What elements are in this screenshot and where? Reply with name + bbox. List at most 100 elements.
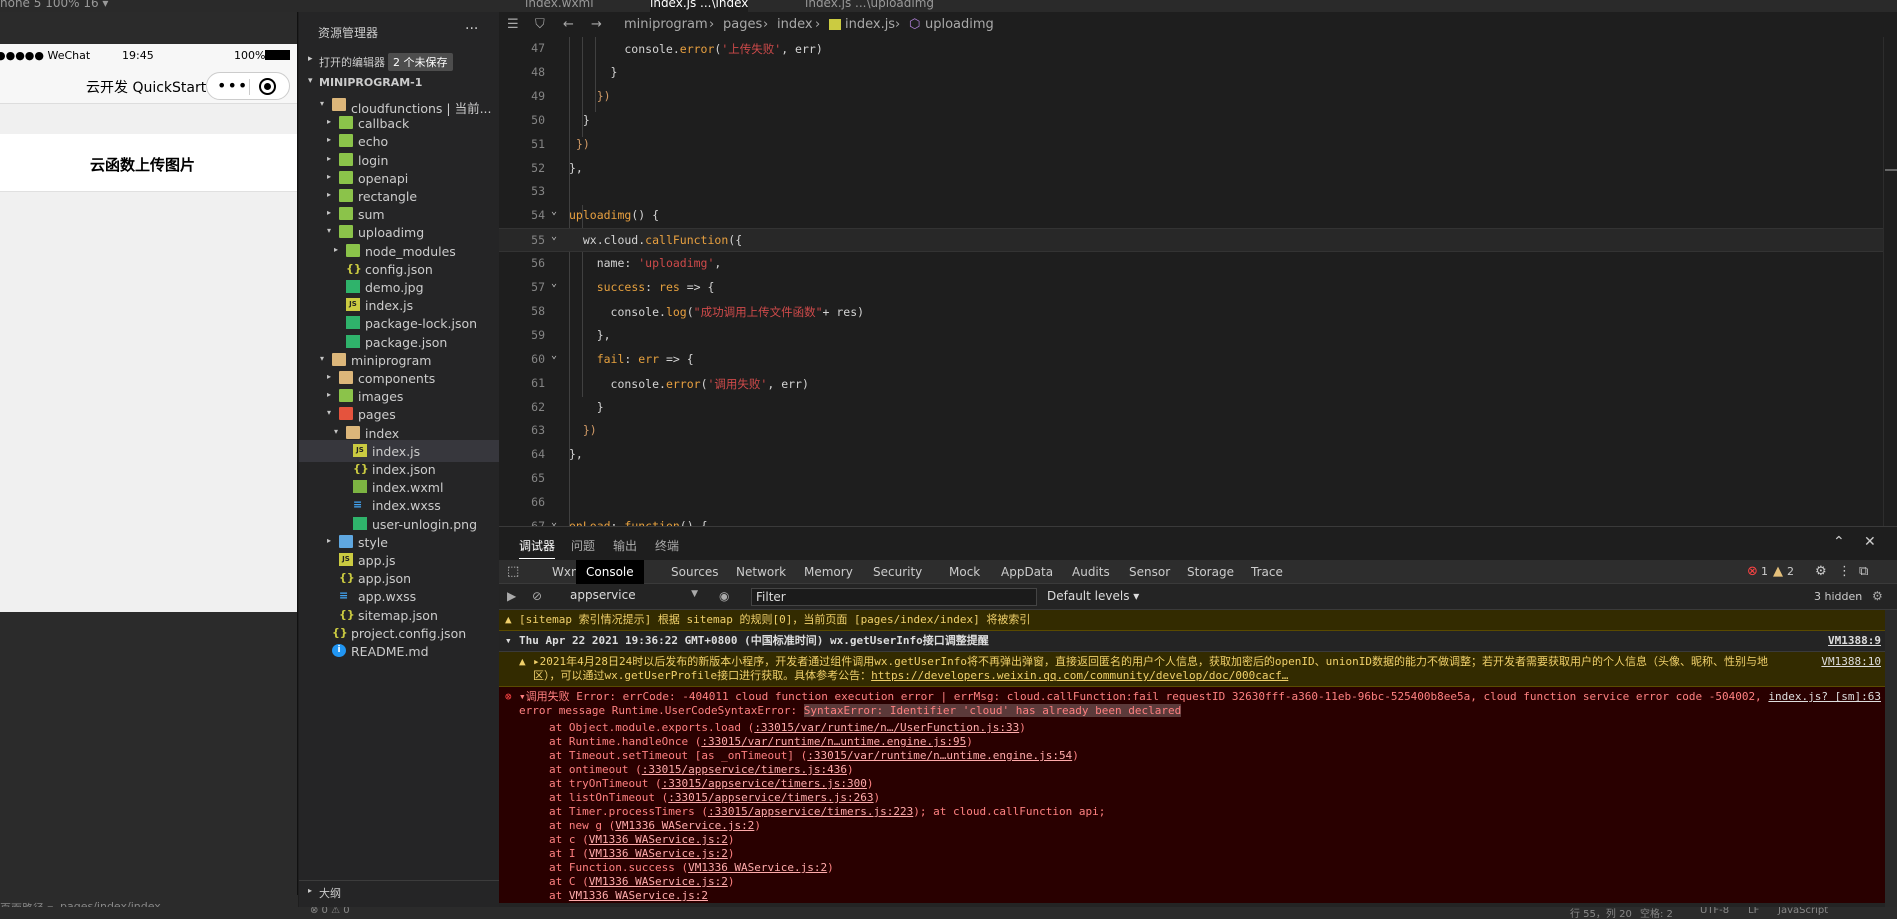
breadcrumb-index[interactable]: index (777, 17, 813, 32)
stack-frame-link[interactable]: :33015/var/runtime/n…/UserFunction.js:33 (754, 721, 1019, 734)
tab-audits[interactable]: Audits (1070, 560, 1112, 584)
fold-chevron-icon[interactable]: ⌄ (551, 278, 557, 289)
stack-frame-link[interactable]: :33015/var/runtime/n…untime.engine.js:54 (807, 749, 1072, 762)
fold-chevron-icon[interactable]: ⌄ (551, 206, 557, 217)
stack-frame-link[interactable]: VM1336 WAService.js:2 (589, 833, 728, 846)
more-actions-icon[interactable]: ··· (465, 21, 478, 37)
fold-chevron-icon[interactable]: ⌄ (551, 231, 557, 242)
list-icon[interactable]: ☰ (507, 17, 519, 32)
stack-frame-link[interactable]: :33015/var/runtime/n…untime.engine.js:95 (701, 735, 966, 748)
forward-icon[interactable]: → (591, 17, 602, 32)
chevron-down-icon[interactable]: ▾ (320, 354, 324, 363)
capsule-menu[interactable]: ••• (206, 72, 290, 100)
chevron-right-icon[interactable]: ▸ (327, 390, 331, 399)
source-link[interactable]: index.js? [sm]:63 (1768, 690, 1881, 703)
sidebar-toggle-icon[interactable]: ▶ (507, 589, 516, 603)
tab-index-js-index[interactable]: index.js ...\index (650, 0, 749, 12)
log-levels-select[interactable]: Default levels ▾ (1047, 589, 1139, 603)
chevron-right-icon[interactable]: ▸ (327, 536, 331, 545)
line-ending[interactable]: LF (1748, 907, 1759, 916)
fold-chevron-icon[interactable]: ⌄ (551, 517, 557, 526)
filter-input[interactable] (751, 588, 1037, 606)
stack-frame-link[interactable]: VM1336 WAService.js:2 (615, 819, 754, 832)
stack-frame-link[interactable]: :33015/appservice/timers.js:436 (642, 763, 847, 776)
code-area[interactable]: 47 console.error('上传失败', err) 48 } 49 }) 50… (499, 37, 1897, 526)
stack-frame-link[interactable]: :33015/appservice/timers.js:263 (668, 791, 873, 804)
chevron-right-icon[interactable]: ▸ (327, 117, 331, 126)
tab-problems[interactable]: 问题 (571, 537, 595, 554)
device-selector[interactable]: hone 5 100% 16 ▾ (0, 0, 108, 12)
code-line[interactable]: 67 ⌄ onLoad: function() { (499, 515, 1897, 526)
context-select[interactable]: appservice ▼ (570, 588, 700, 606)
tab-debugger[interactable]: 调试器 (519, 537, 556, 559)
stack-frame-link[interactable]: VM1336 WAService.js:2 (589, 847, 728, 860)
code-line[interactable]: 64}, (499, 443, 1897, 467)
tab-console[interactable]: Console (576, 560, 644, 584)
gear-icon[interactable]: ⚙ (1815, 564, 1827, 579)
warning-count[interactable]: 2 (1787, 565, 1794, 578)
stack-frame-link[interactable]: :33015/appservice/timers.js:223 (708, 805, 913, 818)
bookmark-icon[interactable]: ⛉ (535, 17, 545, 32)
breadcrumb-uploadimg[interactable]: uploadimg (925, 17, 994, 32)
tab-mock[interactable]: Mock (947, 560, 982, 584)
clear-console-icon[interactable]: ⊘ (532, 589, 542, 603)
tab-sources[interactable]: Sources (669, 560, 720, 584)
outline-section[interactable]: ▸ 大纲 (299, 880, 499, 902)
code-line[interactable]: 58 console.log("成功调用上传文件函数"+ res) (499, 300, 1897, 324)
source-link[interactable]: VM1388:10 (1821, 655, 1881, 668)
code-line[interactable]: 63 }) (499, 419, 1897, 443)
code-line[interactable]: 66 (499, 491, 1897, 515)
back-icon[interactable]: ← (563, 17, 574, 32)
tab-output[interactable]: 输出 (613, 537, 637, 554)
stack-frame-link[interactable]: VM1336 WAService.js:2 (569, 889, 708, 902)
chevron-down-icon[interactable]: ▾ (320, 99, 324, 108)
encoding[interactable]: UTF-8 (1700, 907, 1729, 916)
code-line[interactable]: 55 ⌄ wx.cloud.callFunction({ (499, 228, 1897, 253)
code-line[interactable]: 62 } (499, 396, 1897, 420)
warning-icon[interactable]: ▲ (1773, 564, 1783, 579)
eye-icon[interactable]: ◉ (719, 589, 729, 603)
error-icon[interactable]: ⊗ (1747, 564, 1758, 579)
chevron-right-icon[interactable]: ▸ (327, 154, 331, 163)
code-line[interactable]: 54 ⌄ uploadimg() { (499, 204, 1897, 228)
breadcrumb-pages[interactable]: pages (723, 17, 762, 32)
chevron-right-icon[interactable]: ▸ (327, 135, 331, 144)
notice-link[interactable]: https://developers.weixin.qq.com/communi… (871, 669, 1288, 682)
code-line[interactable]: 49 }) (499, 85, 1897, 109)
code-line[interactable]: 47 console.error('上传失败', err) (499, 37, 1897, 61)
close-icon[interactable]: ✕ (1864, 534, 1876, 550)
stack-frame-link[interactable]: VM1336 WAService.js:2 (688, 861, 827, 874)
indentation[interactable]: 空格: 2 (1640, 907, 1673, 919)
tab-memory[interactable]: Memory (802, 560, 855, 584)
code-line[interactable]: 57 ⌄ success: res => { (499, 276, 1897, 300)
code-line[interactable]: 48 } (499, 61, 1897, 85)
chevron-down-icon[interactable]: ▾ (334, 427, 338, 436)
chevron-right-icon[interactable]: ▸ (327, 172, 331, 181)
tab-network[interactable]: Network (734, 560, 788, 584)
more-icon[interactable]: ••• (217, 76, 248, 95)
code-line[interactable]: 59 }, (499, 324, 1897, 348)
code-line[interactable]: 50 } (499, 109, 1897, 133)
console-scrollbar[interactable] (1885, 610, 1897, 907)
gear-icon[interactable]: ⚙ (1872, 589, 1883, 603)
cursor-position[interactable]: 行 55，列 20 (1570, 907, 1632, 919)
breadcrumb-miniprogram[interactable]: miniprogram (624, 17, 708, 32)
tab-trace[interactable]: Trace (1249, 560, 1285, 584)
project-section[interactable]: ▾ MINIPROGRAM-1 (299, 72, 499, 94)
open-editors-section[interactable]: ▸ 打开的编辑器 2 个未保存 (299, 50, 499, 72)
code-line[interactable]: 65 (499, 467, 1897, 491)
code-line[interactable]: 56 name: 'uploadimg', (499, 252, 1897, 276)
error-count[interactable]: 1 (1761, 565, 1768, 578)
chevron-right-icon[interactable]: ▸ (334, 245, 338, 254)
inspect-icon[interactable]: ⬚ (507, 564, 519, 579)
code-line[interactable]: 60 ⌄ fail: err => { (499, 348, 1897, 372)
chevron-right-icon[interactable]: ▸ (327, 208, 331, 217)
chevron-up-icon[interactable]: ⌃ (1833, 534, 1845, 550)
dock-icon[interactable]: ⧉ (1859, 564, 1868, 579)
tree-item[interactable]: i README.md (299, 640, 499, 662)
editor-scrollbar[interactable] (1883, 37, 1897, 526)
chevron-right-icon[interactable]: ▸ (327, 190, 331, 199)
tab-index-js-uploadimg[interactable]: index.js ...\uploadimg (805, 0, 934, 12)
code-line[interactable]: 52}, (499, 157, 1897, 181)
breadcrumb-index-js[interactable]: index.js (845, 17, 895, 32)
